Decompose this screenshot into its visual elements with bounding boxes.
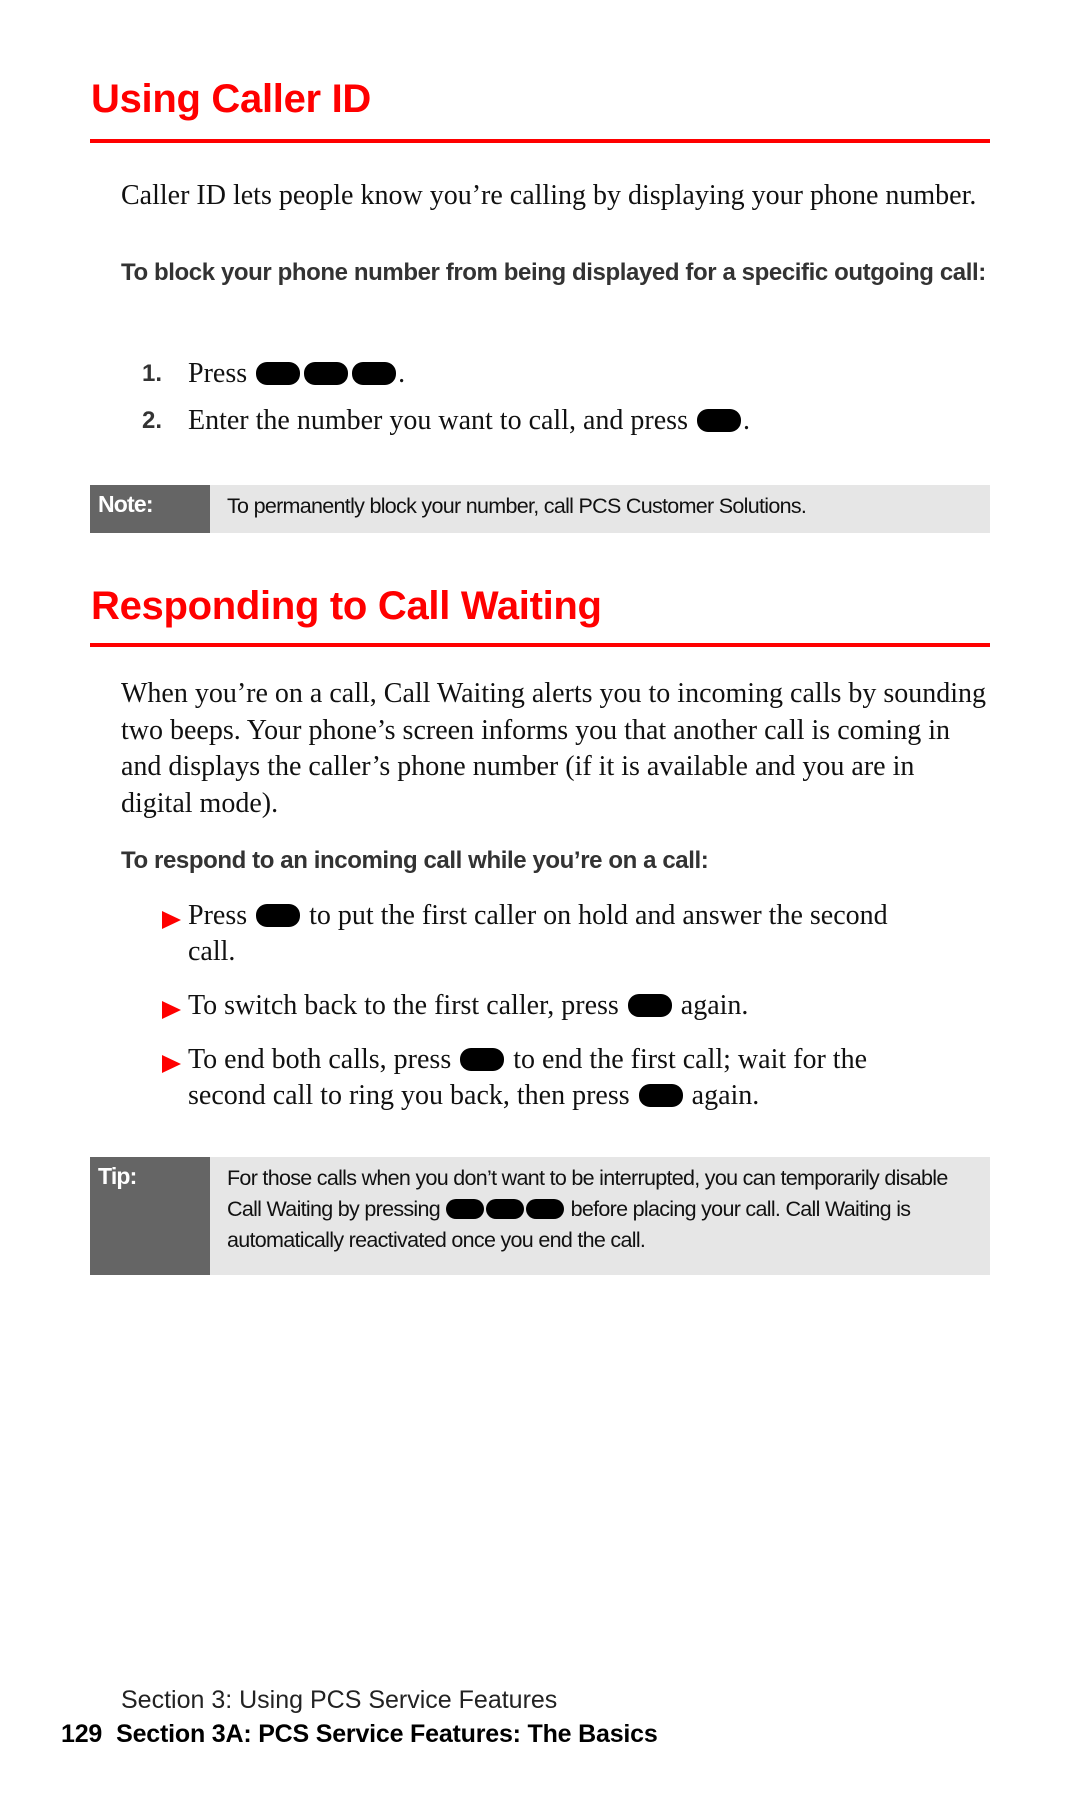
bullet-text: To end both calls, press: [188, 1044, 452, 1075]
phone-key-icon: [256, 904, 301, 927]
footer-chapter-line: 129 Section 3A: PCS Service Features: The…: [61, 1719, 658, 1749]
tip-text: For those calls when you don’t want to b…: [210, 1157, 990, 1275]
page-number: 129: [61, 1720, 103, 1748]
phone-key-icon: [486, 1199, 525, 1219]
phone-key-icon: [304, 362, 349, 385]
bullet-text-end: again.: [691, 1080, 760, 1111]
bullet-text: To switch back to the first caller, pres…: [188, 990, 619, 1021]
step-item: 1. Press .: [121, 356, 991, 392]
step-number: 1.: [142, 360, 163, 387]
bullet-item: To switch back to the first caller, pres…: [121, 988, 928, 1024]
footer-section: Section 3: Using PCS Service Features: [121, 1686, 558, 1714]
step-text: Enter the number you want to call, and p…: [188, 405, 688, 436]
title-rule: [90, 643, 990, 647]
phone-key-icon: [352, 362, 397, 385]
step-text-end: .: [398, 358, 406, 389]
footer-chapter: Section 3A: PCS Service Features: The Ba…: [116, 1720, 658, 1748]
step-text: Press: [188, 358, 248, 389]
note-label: Note:: [90, 485, 210, 533]
step-text-end: .: [742, 405, 750, 436]
call-waiting-intro: When you’re on a call, Call Waiting aler…: [121, 678, 987, 819]
procedure-label-respond: To respond to an incoming call while you…: [121, 847, 709, 874]
procedure-label-block: To block your phone number from being di…: [121, 259, 986, 286]
section-title-caller-id: Using Caller ID: [91, 77, 372, 121]
bullets-list: Press to put the first caller on hold an…: [121, 898, 991, 1132]
step-number: 2.: [142, 407, 163, 434]
bullet-text: Press: [188, 900, 248, 931]
title-rule: [90, 139, 990, 143]
phone-key-icon: [256, 362, 301, 385]
steps-list: 1. Press . 2. Enter the number you want …: [121, 356, 991, 450]
step-item: 2. Enter the number you want to call, an…: [121, 403, 991, 439]
phone-key-icon: [627, 994, 672, 1017]
bullet-triangle-icon: [162, 1001, 181, 1019]
bullet-triangle-icon: [162, 911, 181, 929]
phone-key-icon: [638, 1084, 683, 1107]
phone-key-icon: [696, 409, 741, 432]
note-box: Note: To permanently block your number, …: [90, 485, 990, 533]
caller-id-intro: Caller ID lets people know you’re callin…: [121, 180, 977, 211]
phone-key-icon: [460, 1048, 505, 1071]
bullet-triangle-icon: [162, 1055, 181, 1073]
phone-key-icon: [526, 1199, 565, 1219]
tip-box: Tip: For those calls when you don’t want…: [90, 1157, 990, 1275]
bullet-text-end: again.: [680, 990, 749, 1021]
tip-label: Tip:: [90, 1157, 210, 1275]
phone-key-icon: [446, 1199, 485, 1219]
bullet-item: To end both calls, press to end the firs…: [121, 1042, 928, 1114]
bullet-item: Press to put the first caller on hold an…: [121, 898, 928, 970]
note-text: To permanently block your number, call P…: [227, 494, 807, 518]
section-title-call-waiting: Responding to Call Waiting: [91, 584, 602, 628]
